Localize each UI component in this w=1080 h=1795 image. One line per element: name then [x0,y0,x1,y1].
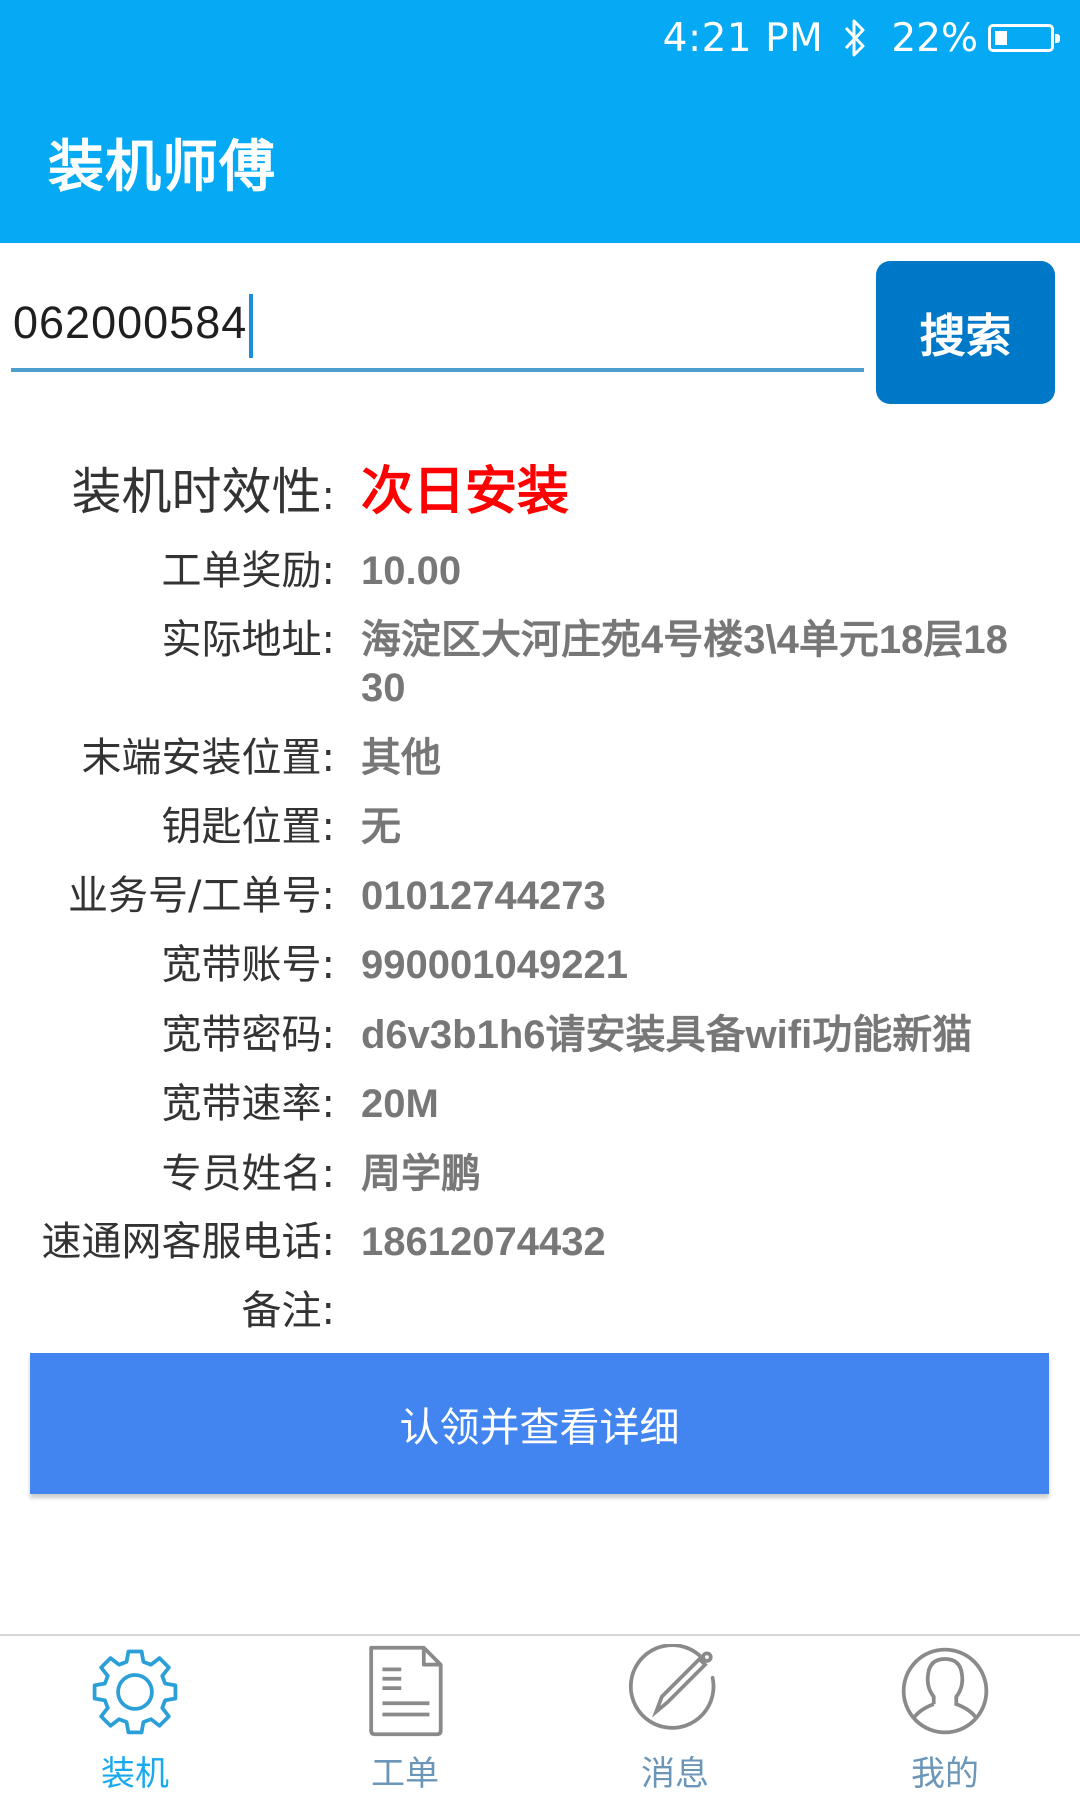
detail-row-broadband-password: 宽带密码: d6v3b1h6请安装具备wifi功能新猫 [0,1002,1080,1060]
search-input-value: 062000584 [13,296,248,348]
detail-label: 工单奖励: [161,548,335,594]
search-button[interactable]: 搜索 [876,261,1055,404]
nav-item-profile[interactable]: 我的 [810,1636,1080,1795]
detail-label: 业务号/工单号: [68,873,335,919]
detail-row-remarks: 备注: [0,1278,1080,1336]
detail-value: d6v3b1h6请安装具备wifi功能新猫 [361,1013,973,1057]
status-bar: 4:21 PM 22% [663,10,1080,66]
detail-row-service-phone: 速通网客服电话: 18612074432 [0,1209,1080,1267]
detail-label: 宽带速率: [161,1081,335,1127]
detail-label: 专员姓名: [161,1151,335,1197]
claim-and-view-button[interactable]: 认领并查看详细 [30,1353,1049,1494]
app-bar: 4:21 PM 22% 装机师傅 [0,0,1080,243]
document-icon [369,1645,443,1737]
detail-label: 末端安装位置: [81,735,335,781]
detail-row-broadband-speed: 宽带速率: 20M [0,1071,1080,1129]
battery-percent: 22% [891,15,978,61]
detail-value: 次日安装 [361,463,570,521]
bottom-nav: 装机 工单 消息 我的 [0,1634,1080,1795]
detail-value: 990001049221 [361,943,628,987]
detail-row-agent-name: 专员姓名: 周学鹏 [0,1141,1080,1199]
nav-label: 我的 [911,1754,979,1794]
detail-row-broadband-account: 宽带账号: 990001049221 [0,932,1080,990]
detail-row-order-number: 业务号/工单号: 01012744273 [0,863,1080,921]
nav-item-install[interactable]: 装机 [0,1636,270,1795]
nav-label: 消息 [641,1754,709,1794]
detail-value: 其他 [361,736,441,780]
gear-icon [92,1649,178,1735]
detail-label: 钥匙位置: [161,804,335,850]
detail-value: 18612074432 [361,1220,606,1264]
detail-value: 无 [361,805,401,849]
detail-label: 宽带账号: [161,942,335,988]
detail-row-key-location: 钥匙位置: 无 [0,794,1080,852]
detail-value: 周学鹏 [361,1152,481,1196]
detail-value: 10.00 [361,549,462,593]
search-input[interactable]: 062000584 [11,280,864,372]
detail-row-install-timeliness: 装机时效性: 次日安装 [0,452,1080,524]
nav-item-orders[interactable]: 工单 [270,1636,540,1795]
text-caret [249,294,254,358]
detail-row-address: 实际地址: 海淀区大河庄苑4号楼3\4单元18层1830 [0,607,1080,712]
detail-value: 海淀区大河庄苑4号楼3\4单元18层1830 [361,618,1008,710]
user-circle-icon [901,1647,989,1735]
battery-icon [988,24,1060,52]
bluetooth-icon [845,19,865,57]
nav-label: 装机 [101,1754,169,1794]
detail-label: 实际地址: [161,617,335,663]
detail-value: 20M [361,1082,439,1126]
detail-label: 装机时效性: [71,463,335,521]
detail-row-reward: 工单奖励: 10.00 [0,538,1080,596]
detail-value: 01012744273 [361,874,606,918]
nav-label: 工单 [371,1754,439,1794]
detail-row-terminal-location: 末端安装位置: 其他 [0,725,1080,783]
pencil-circle-icon [628,1644,716,1730]
status-time: 4:21 PM [662,15,824,61]
detail-label: 速通网客服电话: [41,1219,335,1265]
detail-label: 宽带密码: [161,1012,335,1058]
nav-item-messages[interactable]: 消息 [540,1636,810,1795]
detail-label: 备注: [241,1288,335,1334]
app-title: 装机师傅 [48,135,276,200]
